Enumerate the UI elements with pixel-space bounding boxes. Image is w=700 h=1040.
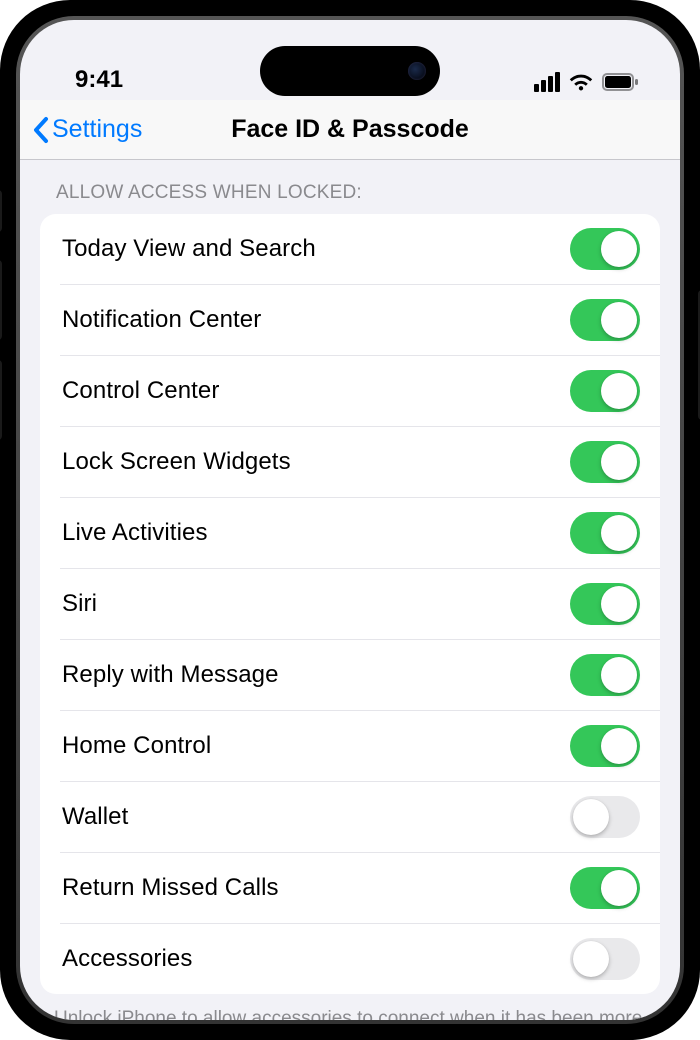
- page-title: Face ID & Passcode: [231, 115, 469, 144]
- row-label: Today View and Search: [62, 235, 316, 263]
- section-footer: Unlock iPhone to allow accessories to co…: [20, 994, 680, 1020]
- toggle-knob: [601, 657, 637, 693]
- row-label: Live Activities: [62, 519, 208, 547]
- row-label: Accessories: [62, 945, 192, 973]
- screen: 9:41: [20, 20, 680, 1020]
- row-label: Return Missed Calls: [62, 874, 279, 902]
- row-label: Notification Center: [62, 306, 261, 334]
- toggle-knob: [601, 870, 637, 906]
- device-frame: 9:41: [0, 0, 700, 1040]
- status-time: 9:41: [75, 66, 123, 94]
- settings-row: Wallet: [60, 781, 660, 852]
- toggle-switch[interactable]: [570, 512, 640, 554]
- navigation-bar: Settings Face ID & Passcode: [20, 100, 680, 160]
- toggle-knob: [573, 799, 609, 835]
- toggle-switch[interactable]: [570, 370, 640, 412]
- side-button-volume-up: [0, 260, 2, 340]
- settings-row: Reply with Message: [60, 639, 660, 710]
- toggle-knob: [601, 515, 637, 551]
- toggle-switch[interactable]: [570, 938, 640, 980]
- toggle-knob: [573, 941, 609, 977]
- settings-row: Siri: [60, 568, 660, 639]
- toggle-switch[interactable]: [570, 654, 640, 696]
- settings-row: Today View and Search: [40, 214, 660, 284]
- section-header: ALLOW ACCESS WHEN LOCKED:: [20, 172, 680, 214]
- toggle-switch[interactable]: [570, 228, 640, 270]
- toggle-knob: [601, 302, 637, 338]
- chevron-left-icon: [32, 116, 50, 144]
- toggle-knob: [601, 231, 637, 267]
- toggle-knob: [601, 444, 637, 480]
- device-bezel: 9:41: [16, 16, 684, 1024]
- settings-list: Today View and Search Notification Center…: [40, 214, 660, 994]
- cellular-icon: [534, 72, 560, 92]
- side-button-volume-down: [0, 360, 2, 440]
- row-label: Lock Screen Widgets: [62, 448, 291, 476]
- back-label: Settings: [52, 115, 142, 144]
- toggle-switch[interactable]: [570, 441, 640, 483]
- toggle-switch[interactable]: [570, 299, 640, 341]
- toggle-switch[interactable]: [570, 725, 640, 767]
- settings-row: Return Missed Calls: [60, 852, 660, 923]
- row-label: Wallet: [62, 803, 128, 831]
- front-camera-icon: [408, 62, 426, 80]
- row-label: Control Center: [62, 377, 219, 405]
- toggle-knob: [601, 586, 637, 622]
- row-label: Home Control: [62, 732, 211, 760]
- settings-row: Live Activities: [60, 497, 660, 568]
- row-label: Siri: [62, 590, 97, 618]
- dynamic-island: [260, 46, 440, 96]
- status-indicators: [534, 72, 638, 94]
- toggle-switch[interactable]: [570, 796, 640, 838]
- content-area: ALLOW ACCESS WHEN LOCKED: Today View and…: [20, 160, 680, 1020]
- battery-icon: [602, 73, 638, 91]
- settings-row: Control Center: [60, 355, 660, 426]
- row-label: Reply with Message: [62, 661, 279, 689]
- settings-row: Lock Screen Widgets: [60, 426, 660, 497]
- settings-row: Notification Center: [60, 284, 660, 355]
- back-button[interactable]: Settings: [32, 115, 142, 144]
- toggle-switch[interactable]: [570, 867, 640, 909]
- settings-row: Home Control: [60, 710, 660, 781]
- wifi-icon: [568, 72, 594, 92]
- settings-row: Accessories: [60, 923, 660, 994]
- side-button-silence: [0, 190, 2, 232]
- toggle-switch[interactable]: [570, 583, 640, 625]
- toggle-knob: [601, 728, 637, 764]
- toggle-knob: [601, 373, 637, 409]
